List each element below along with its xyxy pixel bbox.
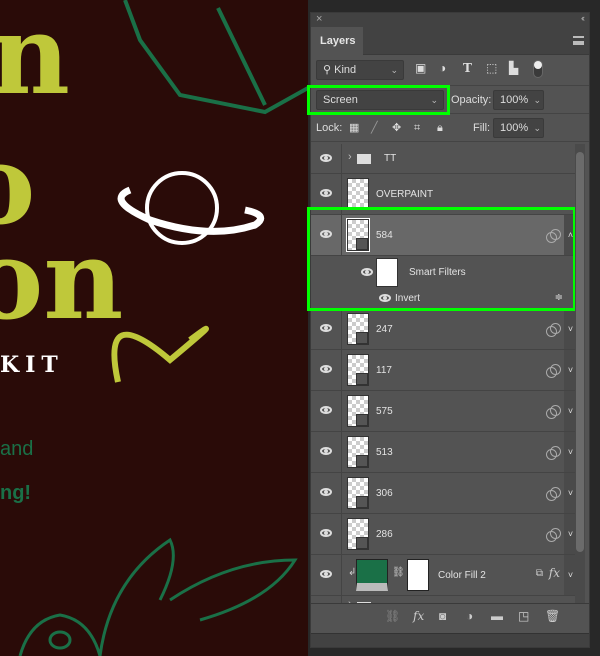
smart-filter-icon[interactable] <box>546 405 561 419</box>
smart-object-thumbnail <box>347 354 369 386</box>
visibility-eye-icon[interactable] <box>320 365 332 373</box>
layer-row-color-fill-2[interactable]: ↲ ⛓ Color Fill 2 ⧉ fx ˅ <box>311 555 577 596</box>
search-icon: ⚲ <box>323 64 335 76</box>
filter-toggle[interactable] <box>533 60 543 78</box>
fill-label: Fill: <box>473 122 491 134</box>
layer-name: 575 <box>376 406 393 417</box>
smart-filter-icon[interactable] <box>546 446 561 460</box>
layer-name: Color Fill 2 <box>438 570 486 581</box>
smart-object-thumbnail <box>347 518 369 550</box>
folder-icon <box>357 154 371 164</box>
layer-row-286[interactable]: 286 ˅ <box>311 514 577 555</box>
smart-filter-icon[interactable] <box>546 528 561 542</box>
visibility-eye-icon[interactable] <box>320 447 332 455</box>
leaf-outline-drawing <box>123 0 308 115</box>
chevron-down-icon[interactable]: ⌄ <box>533 91 541 109</box>
new-group-icon[interactable]: ▬ <box>491 609 503 623</box>
panel-titlebar: × ‹‹ <box>311 13 589 27</box>
layer-row-247[interactable]: 247 ˅ <box>311 309 577 350</box>
filter-kind-dropdown[interactable]: ⚲ Kind ⌄ <box>316 60 404 80</box>
visibility-eye-icon[interactable] <box>320 154 332 162</box>
layer-mask-thumbnail[interactable] <box>407 559 429 591</box>
layer-row-513[interactable]: 513 ˅ <box>311 432 577 473</box>
smart-filter-icon[interactable] <box>546 487 561 501</box>
visibility-eye-icon[interactable] <box>320 324 332 332</box>
smart-object-thumbnail <box>347 395 369 427</box>
bird-drawing <box>18 537 298 656</box>
visibility-eye-icon[interactable] <box>320 529 332 537</box>
opacity-label: Opacity: <box>451 94 492 106</box>
visibility-eye-icon[interactable] <box>320 570 332 578</box>
layer-row-117[interactable]: 117 ˅ <box>311 350 577 391</box>
close-icon[interactable]: × <box>316 13 322 25</box>
layer-name: TT <box>384 153 397 164</box>
add-mask-icon[interactable]: ◙ <box>439 609 446 623</box>
panel-menu-icon[interactable] <box>573 36 584 45</box>
visibility-eye-icon[interactable] <box>320 406 332 414</box>
layer-thumbnail <box>347 178 369 210</box>
fx-effects-icon[interactable]: fx <box>549 566 560 580</box>
lock-label: Lock: <box>316 122 343 134</box>
delete-layer-icon[interactable]: 🗑︎ <box>545 609 560 623</box>
lock-position-icon[interactable]: ✥ <box>392 121 401 135</box>
fill-linked-icon: ⧉ <box>535 568 543 579</box>
layers-panel: × ‹‹ Layers ⚲ Kind ⌄ ▣ ◑ T ⬚ ▙ Screen ⌄ … <box>307 12 590 648</box>
document-canvas[interactable]: n o on KIT and ng! <box>0 0 308 656</box>
smart-filter-icon[interactable] <box>546 323 561 337</box>
new-layer-icon[interactable]: ◳ <box>518 609 529 623</box>
link-layers-icon[interactable]: ⛓ <box>385 609 400 623</box>
scrollbar-thumb[interactable] <box>576 152 584 552</box>
layer-name: 247 <box>376 324 393 335</box>
panel-resize-grip[interactable] <box>311 633 589 647</box>
layer-row-306[interactable]: 306 ˅ <box>311 473 577 514</box>
chevron-down-icon[interactable]: ⌄ <box>533 119 541 137</box>
smart-filter-icon[interactable] <box>546 364 561 378</box>
add-layer-style-icon[interactable]: fx <box>413 609 424 623</box>
opacity-field[interactable]: 100% ⌄ <box>493 90 544 110</box>
planet-icon <box>117 171 264 245</box>
pixel-filter-icon[interactable]: ▣ <box>415 61 426 75</box>
link-icon[interactable]: ⛓ <box>392 567 405 578</box>
highlight-selected-layer <box>307 207 576 311</box>
layer-name: 513 <box>376 447 393 458</box>
filter-row: ⚲ Kind ⌄ ▣ ◑ T ⬚ ▙ <box>311 55 589 86</box>
lock-artboard-icon[interactable]: ⌗ <box>414 121 420 135</box>
layer-name: 306 <box>376 488 393 499</box>
tab-layers[interactable]: Layers <box>311 27 363 55</box>
highlight-blend-mode <box>307 85 450 115</box>
canvas-artwork <box>18 0 308 656</box>
fill-color-thumbnail[interactable] <box>356 559 388 591</box>
layer-row-575[interactable]: 575 ˅ <box>311 391 577 432</box>
panel-footer: ⛓ fx ◙ ◑ ▬ ◳ 🗑︎ <box>311 603 589 629</box>
expand-chevron-icon[interactable]: › <box>348 151 352 163</box>
smart-object-thumbnail <box>347 313 369 345</box>
layer-name: 117 <box>376 365 392 376</box>
layer-name: 286 <box>376 529 393 540</box>
smart-object-thumbnail <box>347 436 369 468</box>
adjustment-filter-icon[interactable]: ◑ <box>439 61 446 75</box>
lock-all-icon[interactable]: 🔒︎ <box>437 121 443 135</box>
layer-row-group-tt[interactable]: › TT <box>311 144 577 174</box>
fill-field[interactable]: 100% ⌄ <box>493 118 544 138</box>
swash-curve <box>111 325 210 383</box>
layers-scrollbar[interactable] <box>575 144 585 612</box>
type-filter-icon[interactable]: T <box>463 61 472 75</box>
lock-row: Lock: ▦ ╱ ✥ ⌗ 🔒︎ Fill: 100% ⌄ <box>311 114 589 142</box>
new-adjustment-layer-icon[interactable]: ◑ <box>466 609 473 623</box>
panel-tab-row: Layers <box>311 27 589 55</box>
shape-filter-icon[interactable]: ⬚ <box>486 61 497 75</box>
chevron-down-icon: ⌄ <box>390 65 398 75</box>
smart-object-thumbnail <box>347 477 369 509</box>
visibility-eye-icon[interactable] <box>320 488 332 496</box>
collapse-panel-icon[interactable]: ‹‹ <box>581 13 585 23</box>
visibility-eye-icon[interactable] <box>320 189 332 197</box>
lock-brush-icon[interactable]: ╱ <box>371 121 378 135</box>
smart-object-filter-icon[interactable]: ▙ <box>509 61 518 75</box>
lock-transparent-icon[interactable]: ▦ <box>349 121 359 135</box>
